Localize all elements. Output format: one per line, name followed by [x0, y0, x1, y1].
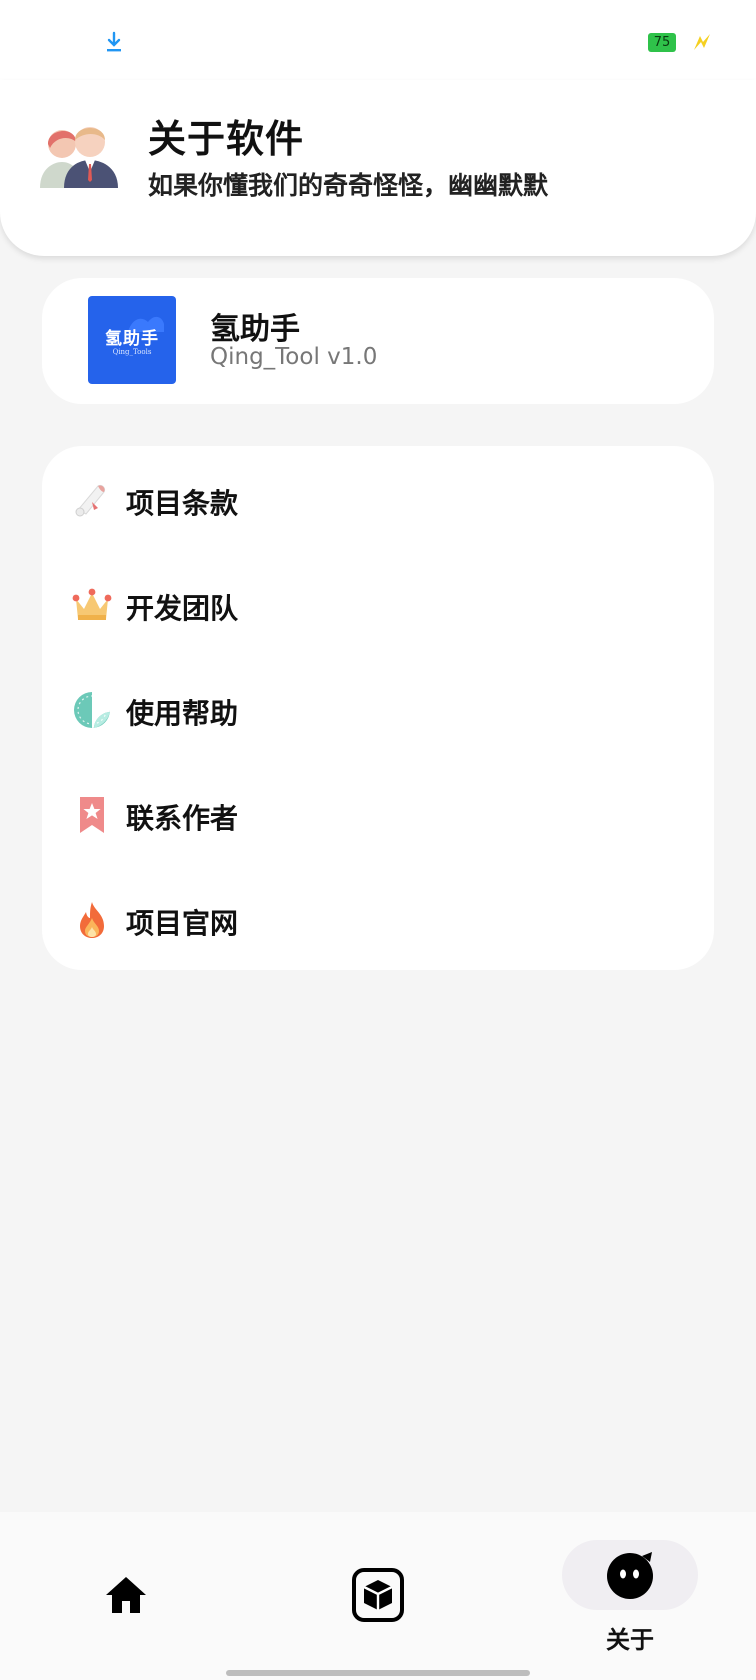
bookmark-star-icon — [80, 797, 104, 833]
page-title: 关于软件 — [148, 117, 305, 161]
menu-item-label: 开发团队 — [126, 592, 239, 625]
fire-icon — [80, 902, 104, 938]
charging-bolt-icon — [694, 34, 710, 50]
page-subtitle: 如果你懂我们的奇奇怪怪，幽幽默默 — [148, 171, 549, 200]
app-logo: 氢助手 Qing_Tools — [88, 296, 176, 384]
menu-item-terms[interactable]: 项目条款 — [42, 454, 714, 544]
menu-item-label: 项目条款 — [126, 487, 239, 520]
menu-item-contact[interactable]: 联系作者 — [42, 769, 714, 859]
menu-item-help[interactable]: 使用帮助 — [42, 664, 714, 754]
menu-item-label: 联系作者 — [126, 802, 239, 835]
status-bar: 75 — [0, 0, 756, 80]
home-indicator[interactable] — [226, 1670, 530, 1676]
menu-item-website[interactable]: 项目官网 — [42, 874, 714, 964]
menu-card: 项目条款 开发团队 使用帮助 联系作者 项目官网 — [42, 446, 714, 970]
app-name: 氢助手 — [210, 312, 300, 347]
download-icon — [107, 31, 121, 52]
home-icon[interactable] — [104, 1575, 148, 1615]
bottom-nav: 关于 — [0, 1512, 756, 1680]
menu-item-label: 项目官网 — [126, 907, 239, 940]
crown-icon — [72, 588, 112, 620]
app-logo-text: 氢助手 — [105, 329, 159, 349]
app-info-card: 氢助手 Qing_Tools 氢助手 Qing_Tool v1.0 — [42, 278, 714, 404]
box-icon[interactable] — [352, 1568, 404, 1622]
sticker-icon — [74, 692, 110, 728]
app-logo-subtext: Qing_Tools — [112, 348, 152, 356]
battery-indicator: 75 — [648, 33, 676, 52]
about-face-icon[interactable] — [604, 1550, 656, 1600]
menu-item-dev-team[interactable]: 开发团队 — [42, 559, 714, 649]
about-header: 关于软件 如果你懂我们的奇奇怪怪，幽幽默默 — [0, 80, 756, 256]
menu-item-label: 使用帮助 — [126, 697, 239, 730]
nav-about-label[interactable]: 关于 — [604, 1620, 656, 1655]
app-version: Qing_Tool v1.0 — [210, 344, 378, 370]
scroll-icon — [75, 485, 105, 517]
users-avatar-icon — [40, 127, 118, 188]
